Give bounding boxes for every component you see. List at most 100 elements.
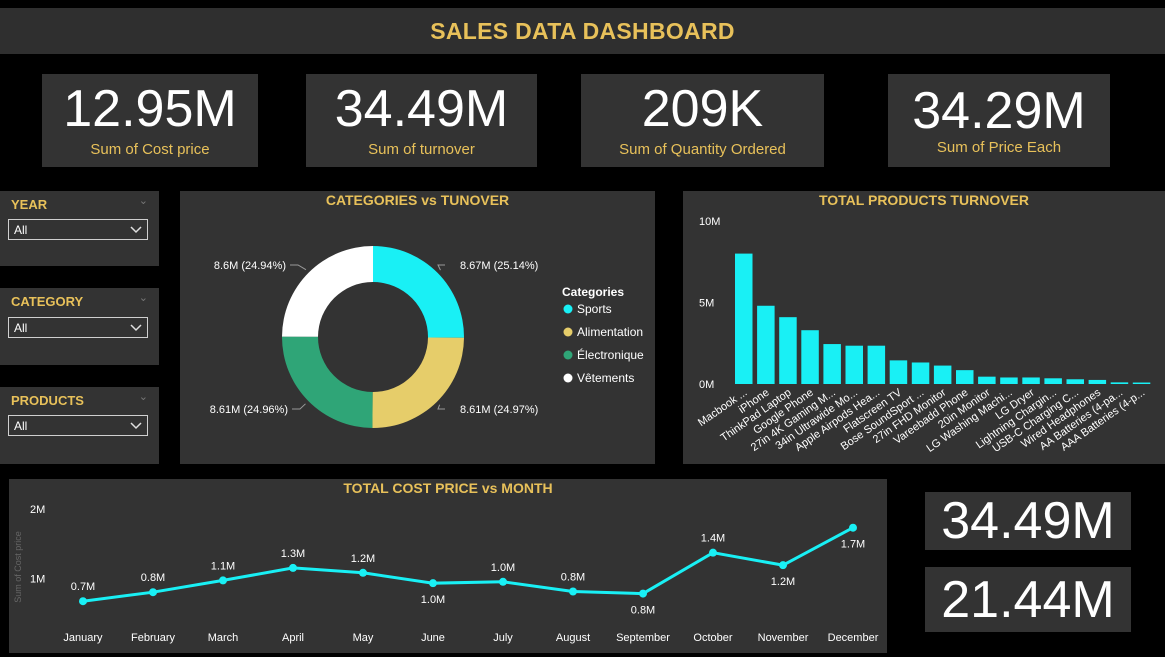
year-dropdown[interactable]: All: [8, 219, 148, 240]
legend-item-vêtements: Vêtements: [577, 371, 634, 385]
data-label: 1.4M: [701, 533, 725, 545]
data-label: 0.8M: [631, 605, 655, 617]
kpi-card-cost-price: 12.95M Sum of Cost price: [42, 74, 258, 167]
legend-marker: [563, 327, 573, 337]
kpi-card-turnover: 34.49M Sum of turnover: [306, 74, 537, 167]
data-label: 0.8M: [141, 572, 165, 584]
slice-data-label: 8.61M (24.97%): [460, 404, 538, 416]
slicer-title: CATEGORY: [11, 294, 84, 309]
slicer-year: YEAR ⌄ All: [0, 191, 159, 266]
products-turnover-panel: TOTAL PRODUCTS TURNOVER 10M 5M 0M Macbook .…: [683, 191, 1165, 464]
chevron-down-icon[interactable]: ⌄: [139, 390, 148, 403]
slicer-category: CATEGORY ⌄ All: [0, 288, 159, 365]
bar: [867, 345, 886, 384]
bar: [1088, 379, 1107, 384]
data-label: 1.3M: [281, 548, 305, 560]
legend-item-alimentation: Alimentation: [577, 325, 643, 339]
slicer-title: YEAR: [11, 197, 48, 212]
side-card-turnover: 34.49M: [925, 492, 1131, 550]
bar: [1022, 377, 1040, 384]
dropdown-value: All: [14, 320, 28, 335]
kpi-value: 12.95M: [63, 80, 237, 138]
data-point: [149, 588, 157, 597]
y-axis-label: Sum of Cost price: [13, 531, 23, 603]
bar: [978, 376, 996, 384]
data-label: 1.0M: [421, 594, 445, 606]
bar: [779, 317, 797, 384]
x-tick-label: February: [131, 632, 176, 644]
slice-data-label: 8.6M (24.94%): [214, 260, 286, 272]
data-point: [779, 561, 787, 570]
kpi-value: 34.29M: [912, 82, 1086, 140]
kpi-card-price-each: 34.29M Sum of Price Each: [888, 74, 1110, 167]
bar: [823, 344, 841, 384]
data-label: 1.2M: [771, 576, 795, 588]
x-tick-label: May: [353, 632, 374, 644]
donut-slice-vêtements: [282, 246, 373, 337]
chevron-down-icon: [130, 323, 142, 331]
dashboard-title: SALES DATA DASHBOARD: [430, 17, 735, 44]
x-tick-label: January: [63, 632, 103, 644]
bar: [1110, 382, 1129, 384]
chevron-down-icon: [130, 225, 142, 233]
kpi-label: Sum of Quantity Ordered: [619, 141, 786, 158]
kpi-label: Sum of turnover: [368, 141, 475, 158]
bar: [889, 360, 908, 384]
data-point: [569, 587, 577, 596]
category-dropdown[interactable]: All: [8, 317, 148, 338]
dropdown-value: All: [14, 222, 28, 237]
slice-data-label: 8.61M (24.96%): [210, 404, 288, 416]
side-card-value: 21.44M: [941, 570, 1115, 629]
legend-marker: [563, 373, 573, 383]
bar: [801, 330, 819, 384]
y-tick-label: 2M: [30, 504, 45, 516]
bar: [845, 345, 863, 384]
bar: [1132, 382, 1151, 384]
donut-slice-alimentation: [372, 337, 464, 428]
data-point: [499, 577, 507, 586]
y-tick-label: 1M: [30, 573, 45, 585]
data-point: [219, 576, 227, 585]
data-label: 1.2M: [351, 553, 375, 565]
legend-item-électronique: Électronique: [577, 347, 644, 362]
chevron-down-icon[interactable]: ⌄: [139, 194, 148, 207]
chevron-down-icon: [130, 421, 142, 429]
kpi-card-quantity-ordered: 209K Sum of Quantity Ordered: [581, 74, 824, 167]
kpi-value: 209K: [641, 80, 764, 138]
slice-data-label: 8.67M (25.14%): [460, 260, 538, 272]
leader-line: [437, 264, 445, 271]
chevron-down-icon[interactable]: ⌄: [139, 291, 148, 304]
x-tick-label: October: [693, 632, 732, 644]
bar-chart: 10M5M0MMacbook ...iPhoneThinkPad LaptopG…: [696, 216, 1151, 455]
x-tick-label: March: [208, 632, 239, 644]
bar: [757, 305, 775, 384]
x-tick-label: August: [556, 632, 590, 644]
data-label: 0.7M: [71, 581, 95, 593]
y-tick-label: 10M: [699, 216, 720, 228]
x-tick-label: December: [828, 632, 879, 644]
line-chart: 2M 1M Sum of Cost price 0.7M January 0.8M Febr…: [13, 504, 879, 644]
data-point: [79, 597, 87, 606]
categories-donut-panel: CATEGORIES vs TUNOVER Categories 8.67M (…: [180, 191, 655, 464]
donut-chart: Categories 8.67M (25.14%) Sports 8.61M (24…: [210, 246, 644, 428]
data-point: [429, 579, 437, 588]
data-point: [289, 563, 297, 572]
x-tick-label: July: [493, 632, 513, 644]
leader-line: [290, 264, 307, 271]
data-point: [709, 548, 717, 557]
products-dropdown[interactable]: All: [8, 415, 148, 436]
donut-slice-sports: [373, 246, 464, 338]
side-card-secondary: 21.44M: [925, 567, 1131, 632]
x-tick-label: November: [758, 632, 809, 644]
legend-marker: [563, 304, 573, 314]
data-label: 1.0M: [491, 562, 515, 574]
legend-marker: [563, 350, 573, 360]
data-label: 1.1M: [211, 560, 235, 572]
x-tick-label: September: [616, 632, 670, 644]
dropdown-value: All: [14, 418, 28, 433]
side-card-value: 34.49M: [941, 492, 1115, 550]
bar: [1044, 378, 1062, 384]
cost-price-month-panel: TOTAL COST PRICE vs MONTH 2M 1M Sum of Cos…: [9, 479, 887, 653]
bar: [911, 362, 930, 384]
line-series: [82, 526, 854, 603]
